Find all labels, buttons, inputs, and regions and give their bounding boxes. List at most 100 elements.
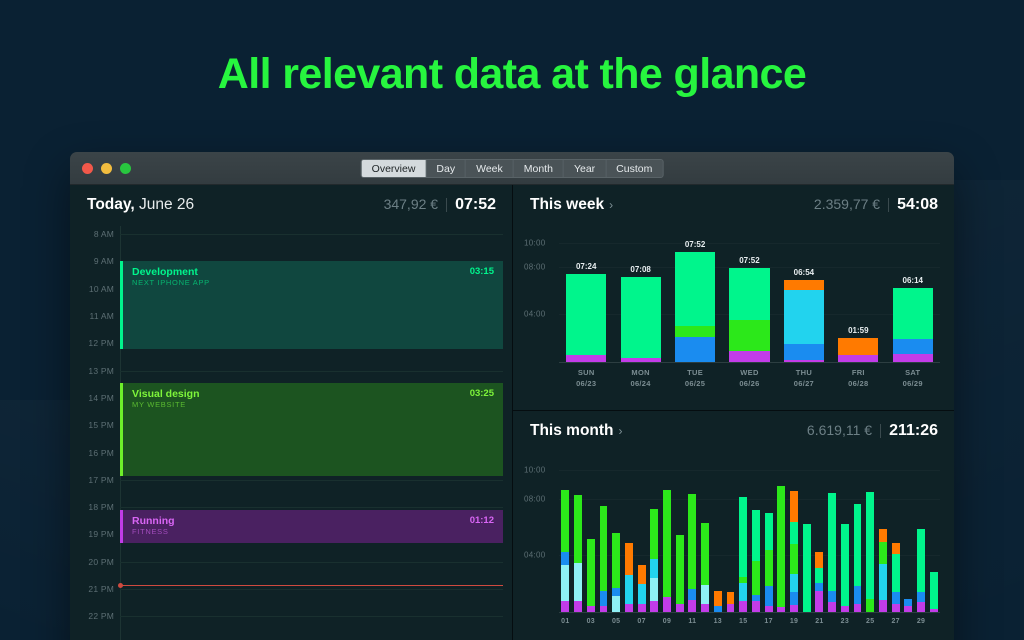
bar-group[interactable]	[648, 462, 661, 612]
stacked-bar[interactable]	[574, 494, 582, 612]
stacked-bar[interactable]	[586, 539, 595, 612]
stacked-bar[interactable]: 06:14	[892, 276, 933, 362]
stacked-bar[interactable]	[701, 522, 710, 612]
stacked-bar[interactable]	[904, 599, 913, 612]
stacked-bar[interactable]: 07:24	[566, 262, 607, 362]
bar-group[interactable]	[800, 462, 813, 612]
stacked-bar[interactable]: 07:52	[674, 240, 716, 362]
bar-group[interactable]	[788, 462, 801, 612]
bar-group[interactable]	[661, 462, 674, 612]
bar-group[interactable]	[610, 462, 623, 612]
segment-year[interactable]: Year	[563, 160, 607, 177]
stacked-bar[interactable]	[650, 509, 659, 612]
stacked-bar[interactable]	[675, 534, 684, 612]
bar-group[interactable]	[711, 462, 724, 612]
today-title: Today, June 26	[87, 196, 194, 214]
stacked-bar[interactable]	[815, 551, 824, 612]
stacked-bar[interactable]	[891, 542, 900, 612]
stacked-bar[interactable]	[802, 524, 811, 612]
stacked-bar[interactable]	[713, 590, 722, 612]
bar-group[interactable]: 07:08	[613, 236, 667, 362]
bar-group[interactable]	[699, 462, 712, 612]
close-icon[interactable]	[82, 163, 93, 174]
bar-group[interactable]	[927, 462, 940, 612]
stacked-bar[interactable]	[866, 491, 875, 612]
bar-group[interactable]: 07:24	[559, 236, 613, 362]
stacked-bar[interactable]	[637, 564, 646, 612]
x-tick-day: TUE	[687, 368, 703, 377]
segment-week[interactable]: Week	[466, 160, 514, 177]
bar-segment-spring	[674, 252, 716, 326]
bar-group[interactable]	[635, 462, 648, 612]
stacked-bar[interactable]	[751, 510, 760, 612]
stacked-bar[interactable]	[624, 543, 633, 612]
bar-group[interactable]	[838, 462, 851, 612]
minimize-icon[interactable]	[101, 163, 112, 174]
bar-group[interactable]	[673, 462, 686, 612]
stacked-bar[interactable]	[764, 512, 773, 612]
bar-group[interactable]	[750, 462, 763, 612]
stacked-bar[interactable]	[929, 571, 938, 612]
stacked-bar[interactable]: 06:54	[783, 268, 825, 362]
segment-month[interactable]: Month	[513, 160, 564, 177]
chevron-right-icon[interactable]: ›	[609, 198, 613, 212]
timeline-entry[interactable]: Development NEXT IPHONE APP 03:15	[120, 261, 503, 349]
chevron-right-icon[interactable]: ›	[619, 424, 623, 438]
bar-group[interactable]	[902, 462, 915, 612]
this-week-title[interactable]: This week ›	[530, 196, 613, 214]
bar-group[interactable]	[826, 462, 839, 612]
bar-group[interactable]	[762, 462, 775, 612]
bar-group[interactable]	[889, 462, 902, 612]
this-month-title[interactable]: This month ›	[530, 422, 623, 440]
bar-group[interactable]: 07:52	[668, 236, 722, 362]
bar-group[interactable]	[775, 462, 788, 612]
bar-group[interactable]: 06:54	[777, 236, 831, 362]
stacked-bar[interactable]	[726, 592, 735, 612]
timeline-entry[interactable]: Visual design MY WEBSITE 03:25	[120, 382, 503, 476]
stacked-bar[interactable]	[612, 533, 621, 612]
bar-group[interactable]: 01:59	[831, 236, 885, 362]
bar-group[interactable]	[877, 462, 890, 612]
view-mode-segmented-control[interactable]: Overview Day Week Month Year Custom	[360, 159, 664, 178]
bar-group[interactable]	[559, 462, 572, 612]
bar-group[interactable]	[724, 462, 737, 612]
stacked-bar[interactable]: 07:08	[620, 265, 661, 362]
x-tick-day: MON	[631, 368, 650, 377]
x-tick-day: THU	[795, 368, 813, 377]
bar-group[interactable]	[572, 462, 585, 612]
bar-group[interactable]	[597, 462, 610, 612]
segment-day[interactable]: Day	[426, 160, 467, 177]
zoom-icon[interactable]	[120, 163, 131, 174]
timeline-entry[interactable]: Running FITNESS 01:12	[120, 509, 503, 543]
bar-group[interactable]: 06:14	[886, 236, 940, 362]
stacked-bar[interactable]	[561, 489, 570, 612]
today-timeline[interactable]: 8 AM 9 AM 10 AM 11 AM 12 PM 13 PM 14 PM 15 PM 16…	[70, 226, 512, 640]
bar-group[interactable]	[864, 462, 877, 612]
bar-group[interactable]	[737, 462, 750, 612]
stacked-bar[interactable]	[599, 505, 608, 612]
bar-group[interactable]: 07:52	[722, 236, 776, 362]
bar-segment-green	[878, 541, 887, 564]
stacked-bar[interactable]	[790, 491, 798, 612]
stacked-bar[interactable]	[917, 528, 925, 612]
stacked-bar[interactable]	[853, 504, 862, 612]
bar-group[interactable]	[851, 462, 864, 612]
stacked-bar[interactable]	[777, 486, 786, 612]
stacked-bar[interactable]	[840, 523, 849, 612]
stacked-bar[interactable]	[828, 493, 837, 612]
stacked-bar[interactable]	[878, 529, 887, 612]
bar-group[interactable]	[915, 462, 928, 612]
bar-group[interactable]	[686, 462, 699, 612]
segment-overview[interactable]: Overview	[361, 160, 427, 177]
stacked-bar[interactable]	[739, 496, 748, 612]
segment-custom[interactable]: Custom	[606, 160, 663, 177]
this-month-chart[interactable]: 10:0008:0004:000102030405060708091011121…	[513, 452, 954, 640]
stacked-bar[interactable]: 07:52	[729, 256, 770, 362]
stacked-bar[interactable]	[688, 493, 697, 612]
bar-group[interactable]	[584, 462, 597, 612]
this-week-chart[interactable]: 10:00 08:00 04:00 07:24 07:08 07:52 07:52 06:54…	[513, 226, 954, 410]
stacked-bar[interactable]	[663, 489, 671, 612]
stacked-bar[interactable]: 01:59	[838, 326, 879, 362]
bar-group[interactable]	[813, 462, 826, 612]
bar-group[interactable]	[623, 462, 636, 612]
